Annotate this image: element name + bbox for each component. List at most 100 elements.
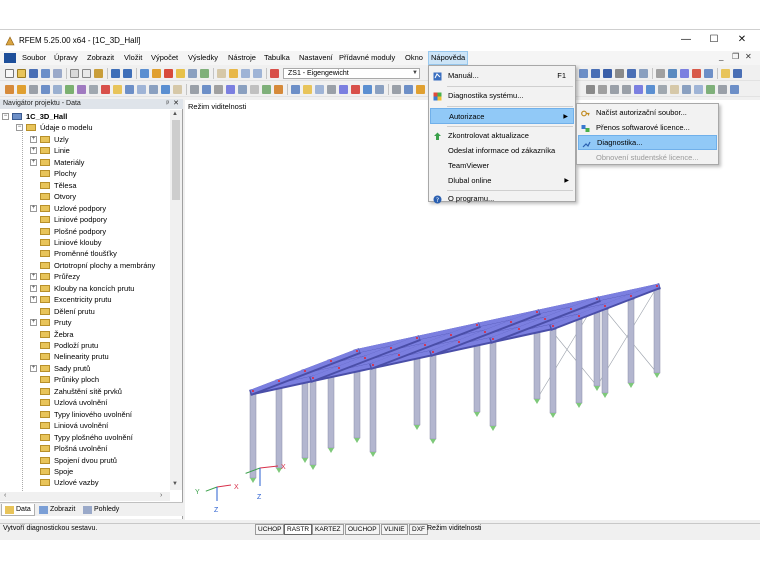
menu-vysledky[interactable]: Výsledky [186, 51, 220, 65]
menu-item-teamviewer[interactable]: TeamViewer [430, 158, 574, 174]
menu-item-load-auth-file[interactable]: Načíst autorizační soubor... [578, 105, 717, 120]
menu-nastroje[interactable]: Nástroje [226, 51, 258, 65]
table-icon[interactable] [217, 69, 226, 78]
child-restore-button[interactable]: ❐ [732, 52, 739, 61]
load-case-icon[interactable] [113, 85, 122, 94]
menu-pridavne-moduly[interactable]: Přídavné moduly [337, 51, 397, 65]
document-icon[interactable] [4, 53, 16, 63]
light-icon[interactable] [586, 85, 595, 94]
close-button[interactable]: ✕ [732, 33, 752, 47]
menu-vypocet[interactable]: Výpočet [149, 51, 180, 65]
tab-zobrazit[interactable]: Zobrazit [36, 504, 78, 516]
pan-icon[interactable] [238, 85, 247, 94]
grid-icon[interactable] [253, 69, 262, 78]
collapse-icon[interactable]: − [2, 113, 9, 120]
flag-icon[interactable] [639, 69, 648, 78]
member-tool-icon[interactable] [41, 85, 50, 94]
cut-icon[interactable] [70, 69, 79, 78]
expand-icon[interactable]: + [30, 296, 37, 304]
support-icon[interactable] [65, 85, 74, 94]
internal-forces-icon[interactable] [173, 85, 182, 94]
view-icon[interactable] [579, 69, 588, 78]
loads-icon[interactable] [270, 69, 279, 78]
wireframe-icon[interactable] [250, 85, 259, 94]
navigator-close-icon[interactable]: ✕ [173, 99, 179, 109]
result-combination-icon[interactable] [137, 85, 146, 94]
expand-icon[interactable]: + [30, 273, 37, 281]
child-minimize-button[interactable]: _ [719, 52, 723, 61]
object-snap-button[interactable]: OUCHOP [345, 524, 380, 535]
panel-icon[interactable] [229, 69, 238, 78]
menu-item-check-updates[interactable]: Zkontrolovat aktualizace [430, 128, 574, 144]
window-icon[interactable] [241, 69, 250, 78]
fe-mesh-icon[interactable] [658, 85, 667, 94]
menu-item-authorization[interactable]: Autorizace ▶ [430, 108, 574, 124]
cut-plane-icon[interactable] [634, 85, 643, 94]
expand-icon[interactable]: + [30, 319, 37, 327]
color-icon[interactable] [598, 85, 607, 94]
scroll-up-icon[interactable]: ▲ [172, 111, 178, 117]
render-icon[interactable] [416, 85, 425, 94]
cartesian-button[interactable]: KARTEZ [312, 524, 344, 535]
redo-icon[interactable] [123, 69, 132, 78]
orientation-icon[interactable] [682, 85, 691, 94]
zoom-icon[interactable] [214, 85, 223, 94]
grid-button[interactable]: RASTR [284, 524, 313, 535]
load-icon[interactable] [101, 85, 110, 94]
menu-item-about[interactable]: ? O programu... [430, 191, 574, 206]
pencil-icon[interactable] [17, 85, 26, 94]
copy-icon[interactable] [82, 69, 91, 78]
menu-item-diagnostics[interactable]: Diagnostika... [578, 135, 717, 150]
tab-pohledy[interactable]: Pohledy [80, 504, 122, 516]
transparent-icon[interactable] [274, 85, 283, 94]
stop-icon[interactable] [164, 69, 173, 78]
menu-zobrazit[interactable]: Zobrazit [85, 51, 116, 65]
child-close-button[interactable]: ✕ [745, 52, 752, 61]
zoom-all-icon[interactable] [226, 85, 235, 94]
menu-nastaveni[interactable]: Nastavení [297, 51, 335, 65]
surface-icon[interactable] [53, 85, 62, 94]
expand-icon[interactable]: + [30, 147, 37, 155]
scroll-right-icon[interactable]: › [160, 492, 162, 499]
menu-okno[interactable]: Okno [403, 51, 425, 65]
section-view-icon[interactable] [610, 85, 619, 94]
new-file-icon[interactable] [5, 69, 14, 78]
filter-icon[interactable] [190, 85, 199, 94]
save-icon[interactable] [29, 69, 38, 78]
navigator-horizontal-scrollbar[interactable]: ‹ › [0, 492, 170, 501]
guide-icon[interactable] [721, 69, 730, 78]
scroll-left-icon[interactable]: ‹ [4, 492, 6, 499]
line-icon[interactable] [29, 85, 38, 94]
snap-button[interactable]: UCHOP [255, 524, 285, 535]
expand-icon[interactable]: + [30, 158, 37, 166]
menu-napoveda[interactable]: Nápověda [428, 51, 469, 65]
check-icon[interactable] [706, 85, 715, 94]
mesh-icon[interactable] [646, 85, 655, 94]
print-icon[interactable] [41, 69, 50, 78]
pin-icon[interactable]: ᵖ [166, 99, 169, 109]
guidelines-button[interactable]: VLINIE [381, 524, 408, 535]
annotation-icon[interactable] [327, 85, 336, 94]
rotate-icon[interactable] [668, 69, 677, 78]
top-view-icon[interactable] [627, 69, 636, 78]
open-folder-icon[interactable] [17, 69, 26, 78]
delete-icon[interactable] [692, 69, 701, 78]
print-graphic-icon[interactable] [53, 69, 62, 78]
menu-item-system-diagnostics[interactable]: Diagnostika systému... [430, 88, 574, 104]
calc-params-icon[interactable] [149, 85, 158, 94]
hinge-icon[interactable] [77, 85, 86, 94]
legend-icon[interactable] [315, 85, 324, 94]
coordinate-icon[interactable] [375, 85, 384, 94]
menu-item-send-customer-info[interactable]: Odeslat informace od zákazníka [430, 143, 574, 159]
numbering-icon[interactable] [291, 85, 300, 94]
expand-icon[interactable]: + [30, 284, 37, 292]
member-icon[interactable] [680, 69, 689, 78]
menu-soubor[interactable]: Soubor [20, 51, 48, 65]
dxf-button[interactable]: DXF [409, 524, 428, 535]
display-icon[interactable] [200, 69, 209, 78]
scroll-down-icon[interactable]: ▼ [172, 481, 178, 487]
expand-icon[interactable]: + [30, 364, 37, 372]
values-icon[interactable] [303, 85, 312, 94]
section-icon[interactable] [89, 85, 98, 94]
search-icon[interactable] [176, 69, 185, 78]
